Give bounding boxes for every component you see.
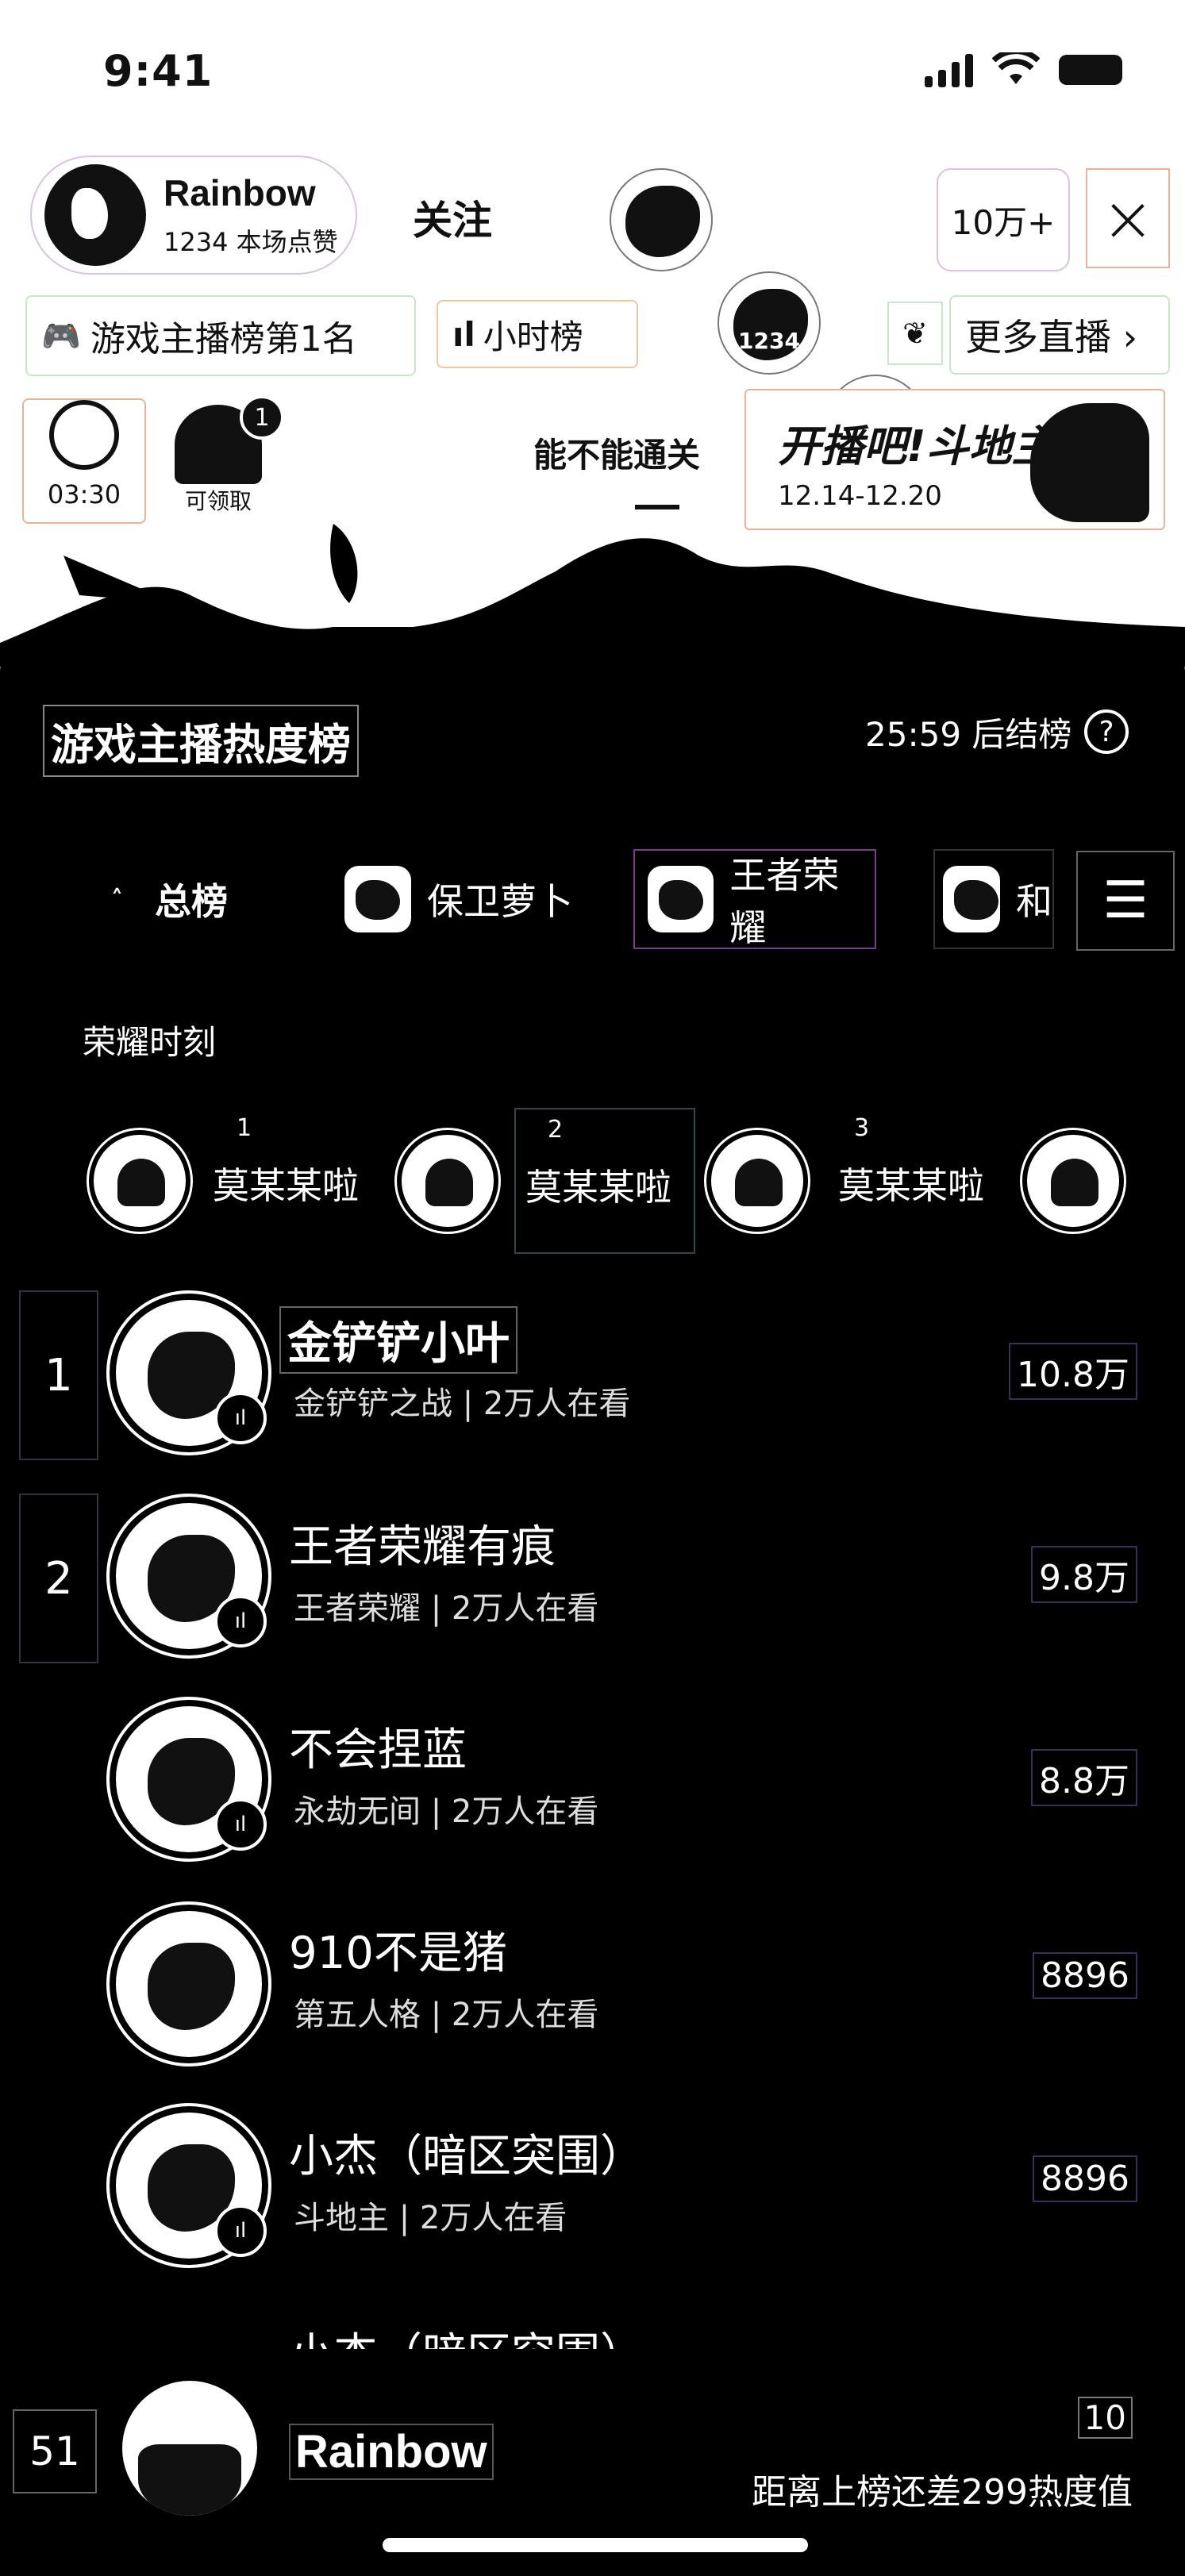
tab-wangzhe[interactable]: 王者荣耀: [633, 849, 876, 949]
my-name: Rainbow: [289, 2424, 494, 2480]
streamer-sub: 永劫无间 | 2万人在看: [294, 1794, 599, 1830]
glory-avatar: [397, 1130, 498, 1232]
host-likes: 1234 本场点赞: [164, 227, 338, 257]
streamer-sub: 金铲铲之战 | 2万人在看: [294, 1386, 631, 1422]
rank-row[interactable]: 2 ıl 王者荣耀有痕 王者荣耀 | 2万人在看 9.8万: [0, 1494, 1185, 1692]
host-card[interactable]: Rainbow 1234 本场点赞: [30, 156, 357, 275]
clock-icon: [49, 400, 119, 470]
heat-value: 8896: [1033, 2155, 1137, 2202]
glory-name: 莫某某啦: [838, 1164, 984, 1207]
more-live-button[interactable]: 更多直播 ›: [949, 295, 1170, 375]
tab-all[interactable]: ˄ 总榜: [111, 849, 228, 949]
host-name: Rainbow: [164, 172, 316, 213]
countdown-text: 25:59 后结榜: [865, 715, 1072, 754]
game-icon: [344, 866, 411, 932]
glory-rank: 3: [854, 1114, 870, 1142]
rank-row[interactable]: 1 ıl 金铲铲小叶 金铲铲之战 | 2万人在看 10.8万: [0, 1290, 1185, 1489]
panel-title: 游戏主播热度榜: [43, 705, 359, 777]
glory-item[interactable]: 2 莫某某啦: [514, 1108, 695, 1254]
rank-row[interactable]: 910不是猪 第五人格 | 2万人在看 8896: [0, 1900, 1185, 2098]
glory-rank: 1: [237, 1114, 252, 1142]
glory-name: 莫某某啦: [525, 1166, 671, 1209]
streamer-name: 不会捏蓝: [289, 1724, 467, 1776]
tab-he-label: 和: [1016, 880, 1052, 923]
tab-bao-label: 保卫萝卜: [427, 880, 573, 923]
rank-tag[interactable]: 🎮 游戏主播榜第1名: [25, 295, 416, 376]
status-icons: [925, 46, 1131, 94]
streamer-sub: 斗地主 | 2万人在看: [294, 2200, 567, 2236]
streamer-name: 910不是猪: [289, 1928, 507, 1979]
wifi-icon: [992, 52, 1040, 84]
glory-title: 荣耀时刻: [83, 1023, 217, 1062]
heat-value: 9.8万: [1031, 1546, 1137, 1603]
heat-value: 10.8万: [1009, 1343, 1137, 1400]
glory-item[interactable]: 3 莫某某啦: [706, 1108, 1032, 1254]
menu-icon[interactable]: ☰: [1076, 851, 1175, 951]
leaf-icon[interactable]: ❦: [887, 302, 943, 365]
tab-wz-label: 王者荣耀: [729, 854, 840, 949]
heat-value: 8896: [1033, 1952, 1137, 1999]
live-icon: ıl: [214, 1392, 267, 1444]
glory-rank: 2: [548, 1116, 564, 1144]
glory-name: 莫某某啦: [213, 1164, 359, 1207]
streamer-sub: 王者荣耀 | 2万人在看: [294, 1590, 599, 1627]
rank-number: 2: [19, 1494, 98, 1663]
game-question[interactable]: 能不能通关: [533, 429, 700, 477]
streamer-name: 金铲铲小叶: [279, 1306, 517, 1374]
help-icon[interactable]: ?: [1084, 709, 1129, 754]
rank-row-partial[interactable]: 小杰（暗区突围）: [0, 2306, 1185, 2349]
glory-item[interactable]: 1 莫某某啦: [89, 1108, 391, 1254]
tab-he[interactable]: 和: [933, 849, 1054, 949]
streamer-name: 小杰（暗区突围）: [289, 2319, 644, 2349]
status-time: 9:41: [103, 46, 214, 96]
live-icon: ıl: [214, 2205, 267, 2257]
glory-item[interactable]: [1022, 1108, 1125, 1254]
rank-number: 1: [19, 1290, 98, 1460]
tab-all-label: 总榜: [155, 880, 228, 923]
game-icon: [943, 866, 1000, 932]
viewer-avatar[interactable]: 1234: [718, 271, 821, 375]
live-icon: ıl: [214, 1595, 267, 1647]
game-icon: [648, 866, 714, 932]
redeem-badge: 1: [240, 395, 284, 440]
hour-rank-tag[interactable]: ıl 小时榜: [437, 300, 638, 368]
tab-baoweiluobo[interactable]: 保卫萝卜: [344, 849, 573, 949]
my-rank: 51: [13, 2409, 97, 2493]
timer-widget[interactable]: 03:30: [22, 398, 146, 524]
viewer-count[interactable]: 10万+: [937, 168, 1070, 271]
rank-tag-label: 游戏主播榜第1名: [90, 319, 357, 359]
viewer-avatar[interactable]: [610, 168, 713, 271]
close-icon[interactable]: ×: [1086, 168, 1170, 268]
streamer-name: 小杰（暗区突围）: [289, 2131, 644, 2182]
my-avatar: [122, 2381, 257, 2516]
timer-text: 03:30: [47, 479, 121, 509]
glory-avatar: [706, 1130, 808, 1232]
streamer-name: 王者荣耀有痕: [289, 1521, 556, 1573]
rank-row[interactable]: ıl 不会捏蓝 永劫无间 | 2万人在看 8.8万: [0, 1697, 1185, 1895]
home-indicator[interactable]: [383, 2538, 808, 2552]
streamer-sub: 第五人格 | 2万人在看: [294, 1997, 599, 2033]
follow-button[interactable]: 关注: [413, 189, 492, 246]
glory-avatar: [89, 1130, 190, 1232]
banner-character-image: [1030, 403, 1149, 522]
heat-value: 8.8万: [1031, 1749, 1137, 1806]
rank-gap-text: 距离上榜还差299热度值: [752, 2472, 1133, 2513]
caret-up-icon: ˄: [111, 885, 123, 913]
streamer-avatar: [110, 1905, 268, 2063]
my-heat: 10: [1077, 2397, 1133, 2439]
glory-item[interactable]: [397, 1108, 500, 1254]
bar-chart-icon: ıl: [452, 314, 475, 354]
signal-icon: [925, 52, 973, 87]
host-avatar: [44, 164, 146, 266]
hour-rank-label: 小时榜: [483, 317, 583, 356]
live-icon: ıl: [214, 1798, 267, 1851]
battery-icon: [1059, 55, 1122, 85]
glory-avatar: [1022, 1130, 1124, 1232]
ink-decoration: [0, 524, 1185, 667]
rank-row[interactable]: ıl 小杰（暗区突围） 斗地主 | 2万人在看 8896: [0, 2103, 1185, 2301]
gamepad-icon: 🎮: [41, 317, 81, 355]
